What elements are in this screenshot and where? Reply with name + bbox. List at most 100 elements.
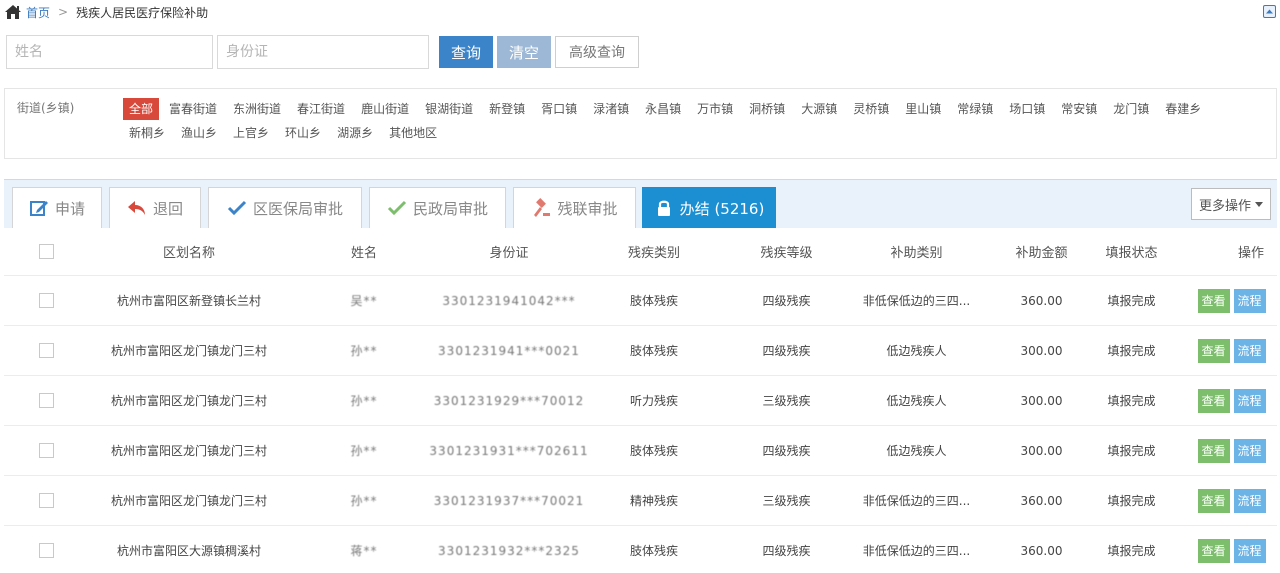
query-button[interactable]: 查询	[439, 36, 493, 68]
street-tag[interactable]: 大源镇	[795, 98, 843, 120]
street-tag[interactable]: 胥口镇	[535, 98, 583, 120]
street-tag[interactable]: 银湖街道	[419, 98, 479, 120]
records-table: 区划名称 姓名 身份证 残疾类别 残疾等级 补助类别 补助金额 填报状态 操作 …	[4, 228, 1277, 573]
gavel-icon	[534, 198, 551, 217]
search-bar: 查询 清空 高级查询	[6, 35, 639, 69]
status-tab-bar: 申请 退回 区医保局审批 民政局审批 残联审批 办结 (5216) 更多操作	[4, 179, 1277, 228]
table-cell: 肢体残疾	[629, 444, 678, 458]
street-tag[interactable]: 万市镇	[691, 98, 739, 120]
table-row: 杭州市富阳区新登镇长兰村 吴** 3301231941042*** 肢体残疾 四级残疾 非…	[4, 276, 1277, 326]
table-cell: 杭州市富阳区龙门镇龙门三村	[110, 344, 267, 358]
advanced-query-button[interactable]: 高级查询	[555, 36, 639, 68]
tab-apply[interactable]: 申请	[12, 187, 102, 228]
street-tag[interactable]: 里山镇	[899, 98, 947, 120]
street-tag[interactable]: 新登镇	[483, 98, 531, 120]
check-icon	[387, 200, 407, 216]
row-checkbox[interactable]	[38, 443, 54, 458]
street-tag[interactable]: 新桐乡	[123, 122, 171, 144]
street-tag[interactable]: 龙门镇	[1107, 98, 1155, 120]
flow-button[interactable]: 流程	[1233, 488, 1266, 513]
table-cell: 四级残疾	[762, 344, 811, 358]
row-checkbox[interactable]	[38, 293, 54, 308]
clear-button[interactable]: 清空	[497, 36, 551, 68]
collapse-up-icon[interactable]	[1263, 5, 1276, 18]
street-tag[interactable]: 渌渚镇	[587, 98, 635, 120]
name-search-input[interactable]	[6, 35, 213, 69]
row-select-cell	[34, 426, 58, 475]
breadcrumb-home-link[interactable]: 首页	[26, 4, 50, 21]
table-cell: 杭州市富阳区新登镇长兰村	[116, 294, 261, 308]
street-tag[interactable]: 灵桥镇	[847, 98, 895, 120]
id-card-search-input[interactable]	[217, 35, 429, 69]
street-tag[interactable]: 常安镇	[1055, 98, 1103, 120]
table-row: 杭州市富阳区龙门镇龙门三村 孙** 3301231941***0021 肢体残疾 四级残…	[4, 326, 1277, 376]
street-tag[interactable]: 场口镇	[1003, 98, 1051, 120]
table-cell: 非低保低边的三四...	[862, 494, 971, 508]
flow-button[interactable]: 流程	[1233, 438, 1266, 463]
tab-completed[interactable]: 办结 (5216)	[642, 187, 776, 228]
row-actions: 查看 流程	[1189, 476, 1274, 525]
street-tag[interactable]: 环山乡	[279, 122, 327, 144]
table-cell: 杭州市富阳区大源镇稠溪村	[116, 544, 261, 558]
street-tag-list: 全部 富春街道 东洲街道 春江街道 鹿山街道 银湖街道 新登镇 胥口镇 渌渚镇 永昌镇 万市镇 洞桥镇…	[123, 98, 1263, 144]
tab-civil-affairs-approval[interactable]: 民政局审批	[369, 187, 506, 228]
tab-medical-insurance-approval[interactable]: 区医保局审批	[208, 187, 362, 228]
view-button[interactable]: 查看	[1197, 438, 1230, 463]
row-checkbox[interactable]	[38, 343, 54, 358]
street-tag[interactable]: 洞桥镇	[743, 98, 791, 120]
home-icon	[5, 5, 21, 19]
view-button[interactable]: 查看	[1197, 488, 1230, 513]
street-tag[interactable]: 全部	[123, 98, 160, 120]
table-cell: 3301231941***0021	[438, 343, 580, 358]
table-cell: 3301231941042***	[442, 293, 576, 308]
table-cell: 填报完成	[1107, 394, 1156, 408]
column-header: 区划名称	[162, 246, 215, 261]
table-cell: 杭州市富阳区龙门镇龙门三村	[110, 394, 267, 408]
street-tag[interactable]: 渔山乡	[175, 122, 223, 144]
table-cell: 肢体残疾	[629, 544, 678, 558]
row-actions: 查看 流程	[1189, 526, 1274, 573]
table-cell: 三级残疾	[762, 494, 811, 508]
street-tag[interactable]: 春江街道	[291, 98, 351, 120]
table-cell: 精神残疾	[629, 494, 678, 508]
check-icon	[227, 200, 247, 216]
table-cell: 孙**	[350, 344, 378, 358]
table-cell: 三级残疾	[762, 394, 811, 408]
row-actions: 查看 流程	[1189, 376, 1274, 425]
street-tag[interactable]: 湖源乡	[331, 122, 379, 144]
street-tag[interactable]: 富春街道	[163, 98, 223, 120]
view-button[interactable]: 查看	[1197, 338, 1230, 363]
tab-return[interactable]: 退回	[109, 187, 201, 228]
table-row: 杭州市富阳区大源镇稠溪村 蒋** 3301231932***2325 肢体残疾 四级残疾…	[4, 526, 1277, 573]
tab-disabled-federation-approval[interactable]: 残联审批	[513, 187, 636, 228]
table-cell: 杭州市富阳区龙门镇龙门三村	[110, 494, 267, 508]
row-checkbox[interactable]	[38, 493, 54, 508]
street-tag[interactable]: 春建乡	[1159, 98, 1207, 120]
more-actions-dropdown[interactable]: 更多操作	[1191, 188, 1271, 220]
tab-completed-label: 办结 (5216)	[679, 199, 765, 218]
flow-button[interactable]: 流程	[1233, 288, 1266, 313]
table-row: 杭州市富阳区龙门镇龙门三村 孙** 3301231929***70012 听力残疾 三级…	[4, 376, 1277, 426]
street-tag[interactable]: 鹿山街道	[355, 98, 415, 120]
select-all-checkbox[interactable]	[38, 244, 54, 259]
table-cell: 低边残疾人	[886, 344, 947, 358]
view-button[interactable]: 查看	[1197, 388, 1230, 413]
street-tag[interactable]: 永昌镇	[639, 98, 687, 120]
street-tag[interactable]: 常绿镇	[951, 98, 999, 120]
street-tag[interactable]: 东洲街道	[227, 98, 287, 120]
row-select-cell	[34, 276, 58, 325]
row-checkbox[interactable]	[38, 393, 54, 408]
street-tag[interactable]: 上官乡	[227, 122, 275, 144]
row-select-cell	[34, 376, 58, 425]
view-button[interactable]: 查看	[1197, 288, 1230, 313]
flow-button[interactable]: 流程	[1233, 338, 1266, 363]
table-cell: 吴**	[350, 294, 378, 308]
breadcrumb-separator: >	[58, 5, 69, 19]
row-checkbox[interactable]	[38, 543, 54, 558]
street-tag[interactable]: 其他地区	[383, 122, 443, 144]
flow-button[interactable]: 流程	[1233, 388, 1266, 413]
flow-button[interactable]: 流程	[1233, 538, 1266, 563]
edit-icon	[29, 201, 48, 216]
view-button[interactable]: 查看	[1197, 538, 1230, 563]
tab-medical-insurance-approval-label: 区医保局审批	[252, 199, 343, 218]
